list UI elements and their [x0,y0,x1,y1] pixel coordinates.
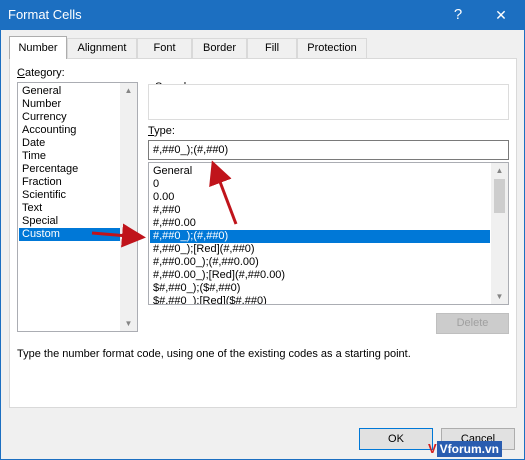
type-input[interactable] [148,140,509,160]
title-bar: Format Cells ? ✕ [0,0,525,30]
scroll-down-icon[interactable]: ▼ [491,289,508,304]
category-scrollbar[interactable]: ▲ ▼ [120,83,137,331]
format-item[interactable]: 0 [150,178,490,191]
scroll-up-icon[interactable]: ▲ [491,163,508,178]
delete-button[interactable]: Delete [436,313,509,334]
close-icon[interactable]: ✕ [491,5,511,25]
scroll-up-icon[interactable]: ▲ [120,83,137,98]
category-item-general[interactable]: General [19,85,120,98]
category-label: Category: [17,67,65,79]
hint-text: Type the number format code, using one o… [17,348,411,360]
category-item-special[interactable]: Special [19,215,120,228]
category-item-accounting[interactable]: Accounting [19,124,120,137]
format-item[interactable]: #,##0.00_);[Red](#,##0.00) [150,269,490,282]
format-item[interactable]: #,##0.00 [150,217,490,230]
tab-border[interactable]: Border [192,38,247,58]
tab-font[interactable]: Font [137,38,192,58]
format-code-list[interactable]: General 0 0.00 #,##0 #,##0.00 #,##0_);(#… [148,162,509,305]
format-cells-dialog: Number Alignment Font Border Fill Protec… [0,30,525,460]
format-item[interactable]: $#,##0_);($#,##0) [150,282,490,295]
scroll-down-icon[interactable]: ▼ [120,316,137,331]
format-item[interactable]: #,##0.00_);(#,##0.00) [150,256,490,269]
category-item-number[interactable]: Number [19,98,120,111]
category-item-custom[interactable]: Custom [19,228,120,241]
category-item-fraction[interactable]: Fraction [19,176,120,189]
tab-alignment[interactable]: Alignment [67,38,137,58]
scroll-thumb[interactable] [494,179,505,213]
category-item-time[interactable]: Time [19,150,120,163]
format-item[interactable]: $#,##0_);[Red]($#,##0) [150,295,490,304]
category-item-percentage[interactable]: Percentage [19,163,120,176]
sample-preview [148,84,509,120]
category-item-text[interactable]: Text [19,202,120,215]
format-item[interactable]: General [150,165,490,178]
number-tab-panel: Category: General Number Currency Accoun… [9,58,517,408]
format-item-selected[interactable]: #,##0_);(#,##0) [150,230,490,243]
category-item-date[interactable]: Date [19,137,120,150]
watermark-text: Vforum.vn [436,441,503,457]
format-item[interactable]: #,##0 [150,204,490,217]
format-list-scrollbar[interactable]: ▲ ▼ [491,163,508,304]
tab-fill[interactable]: Fill [247,38,297,58]
watermark-v-icon: V [428,441,437,456]
help-icon[interactable]: ? [448,5,468,25]
ok-button[interactable]: OK [359,428,433,450]
dialog-title: Format Cells [8,7,82,22]
watermark-logo: V Vforum.vn [428,441,503,459]
tab-protection[interactable]: Protection [297,38,367,58]
category-item-currency[interactable]: Currency [19,111,120,124]
format-item[interactable]: 0.00 [150,191,490,204]
type-label: Type: [148,125,175,137]
format-item[interactable]: #,##0_);[Red](#,##0) [150,243,490,256]
category-list[interactable]: General Number Currency Accounting Date … [17,82,138,332]
tab-number[interactable]: Number [9,36,67,59]
category-item-scientific[interactable]: Scientific [19,189,120,202]
